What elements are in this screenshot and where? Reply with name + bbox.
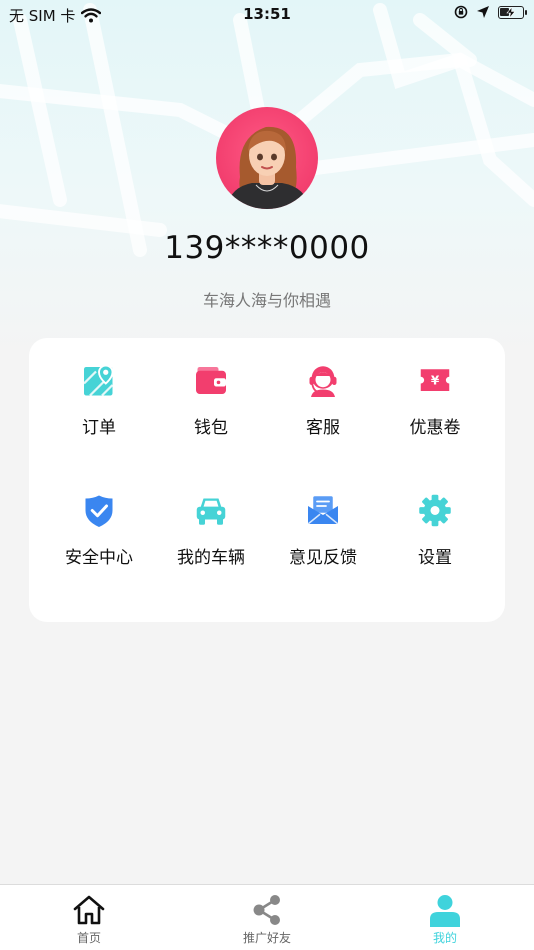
menu-item-label: 客服 — [306, 418, 340, 438]
menu-item-settings[interactable]: 设置 — [379, 468, 491, 568]
svg-text:¥: ¥ — [431, 373, 440, 387]
menu-item-label: 订单 — [82, 418, 116, 438]
customer-service-icon — [309, 366, 337, 397]
tab-home[interactable]: 首页 — [29, 885, 149, 950]
menu-item-label: 钱包 — [194, 418, 228, 438]
shield-icon — [85, 495, 113, 527]
home-icon — [73, 895, 105, 925]
menu-item-orders[interactable]: 订单 — [43, 338, 155, 438]
rotation-lock-icon — [454, 5, 468, 19]
menu-item-label: 我的车辆 — [177, 548, 245, 568]
menu-grid: 订单 钱包 客服 ¥ 优惠卷 安全中心 我的车辆 意见反馈 设置 — [29, 338, 505, 622]
menu-item-coupon[interactable]: ¥ 优惠卷 — [379, 338, 491, 438]
menu-item-label: 优惠卷 — [409, 418, 461, 438]
menu-item-customer-service[interactable]: 客服 — [267, 338, 379, 438]
wallet-icon — [196, 367, 226, 394]
tab-label: 推广好友 — [242, 931, 291, 945]
menu-item-label: 设置 — [418, 548, 452, 568]
charging-bolt-icon — [506, 6, 516, 18]
mail-icon — [307, 496, 339, 525]
battery-icon — [498, 5, 527, 19]
coupon-icon: ¥ — [420, 369, 450, 391]
status-right-icons — [454, 5, 527, 19]
menu-item-security-center[interactable]: 安全中心 — [43, 468, 155, 568]
profile-slogan: 车海人海与你相遇 — [202, 291, 331, 310]
share-icon — [253, 895, 280, 925]
user-icon — [430, 895, 460, 927]
phone-number: 139****0000 — [164, 230, 370, 266]
tab-label: 我的 — [432, 931, 457, 945]
bottom-tab-bar: 首页 推广好友 我的 — [0, 884, 534, 950]
location-arrow-icon — [477, 6, 489, 18]
car-icon — [196, 498, 226, 525]
menu-item-label: 安全中心 — [65, 548, 133, 568]
tab-invite-friends[interactable]: 推广好友 — [207, 885, 327, 950]
tab-mine[interactable]: 我的 — [385, 885, 505, 950]
menu-card: 订单 钱包 客服 ¥ 优惠卷 安全中心 我的车辆 意见反馈 设置 — [29, 338, 505, 622]
tab-label: 首页 — [76, 931, 101, 945]
gear-icon — [419, 494, 451, 527]
avatar-portrait-icon — [226, 126, 310, 209]
menu-item-wallet[interactable]: 钱包 — [155, 338, 267, 438]
menu-item-feedback[interactable]: 意见反馈 — [267, 468, 379, 568]
map-icon — [83, 364, 114, 397]
status-bar: 无 SIM 卡 13:51 — [0, 0, 534, 30]
avatar[interactable] — [216, 107, 318, 209]
menu-item-label: 意见反馈 — [289, 548, 357, 568]
menu-item-my-vehicles[interactable]: 我的车辆 — [155, 468, 267, 568]
